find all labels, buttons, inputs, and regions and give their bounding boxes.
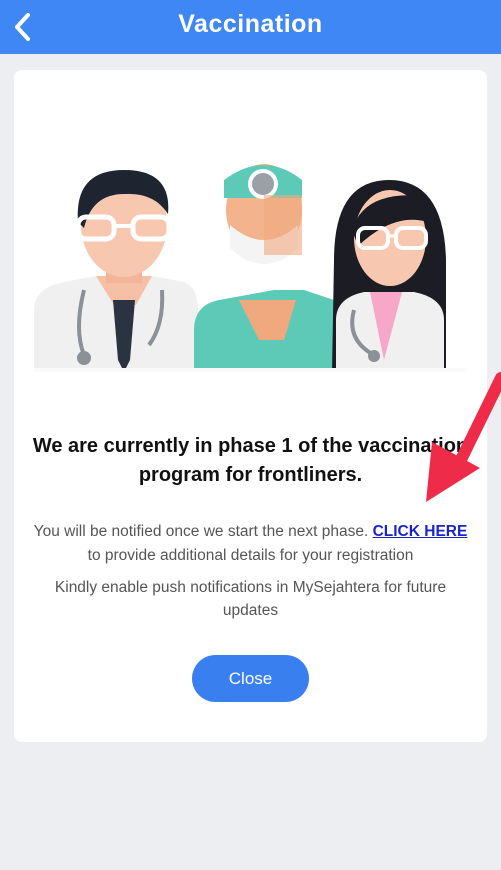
next-phase-message: You will be notified once we start the n…: [30, 520, 471, 568]
page-title: Vaccination: [178, 10, 323, 38]
message-prefix: You will be notified once we start the n…: [33, 523, 373, 540]
click-here-link[interactable]: CLICK HERE: [373, 523, 468, 540]
message-suffix: to provide additional details for your r…: [87, 547, 414, 564]
push-notification-message: Kindly enable push notifications in MySe…: [54, 579, 447, 619]
red-arrow-annotation: [426, 372, 501, 502]
doctor-female-figure: [332, 180, 446, 372]
doctor-male-figure: [34, 170, 198, 372]
healthcare-workers-illustration: [34, 164, 466, 372]
close-button[interactable]: Close: [192, 655, 309, 702]
app-header: Vaccination: [0, 0, 501, 54]
phase-headline: We are currently in phase 1 of the vacci…: [32, 435, 469, 486]
surgeon-figure: [194, 164, 350, 372]
